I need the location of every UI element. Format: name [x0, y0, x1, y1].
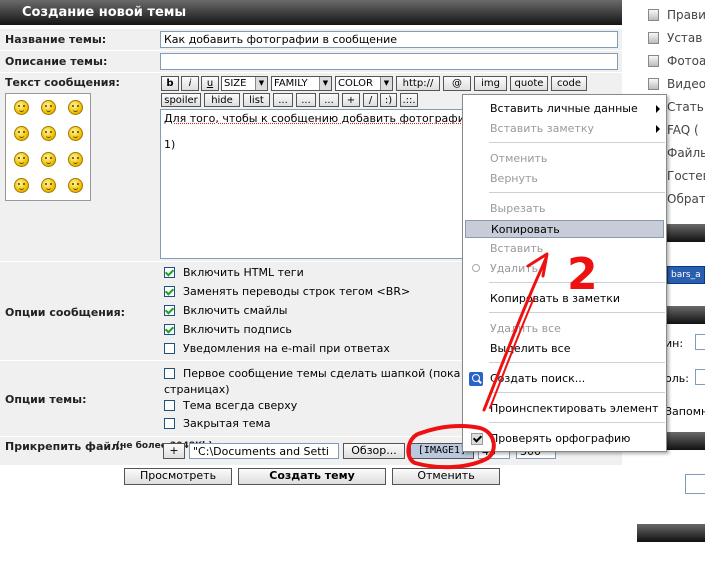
red-annotation-overlay: 2: [406, 249, 598, 470]
annotation-circle: [406, 423, 496, 470]
annotation-arrow-stroke: [489, 297, 535, 409]
annotation-arrow: [482, 256, 548, 412]
annotation-number: 2: [567, 249, 598, 300]
annotation-arrowhead: [526, 252, 549, 278]
